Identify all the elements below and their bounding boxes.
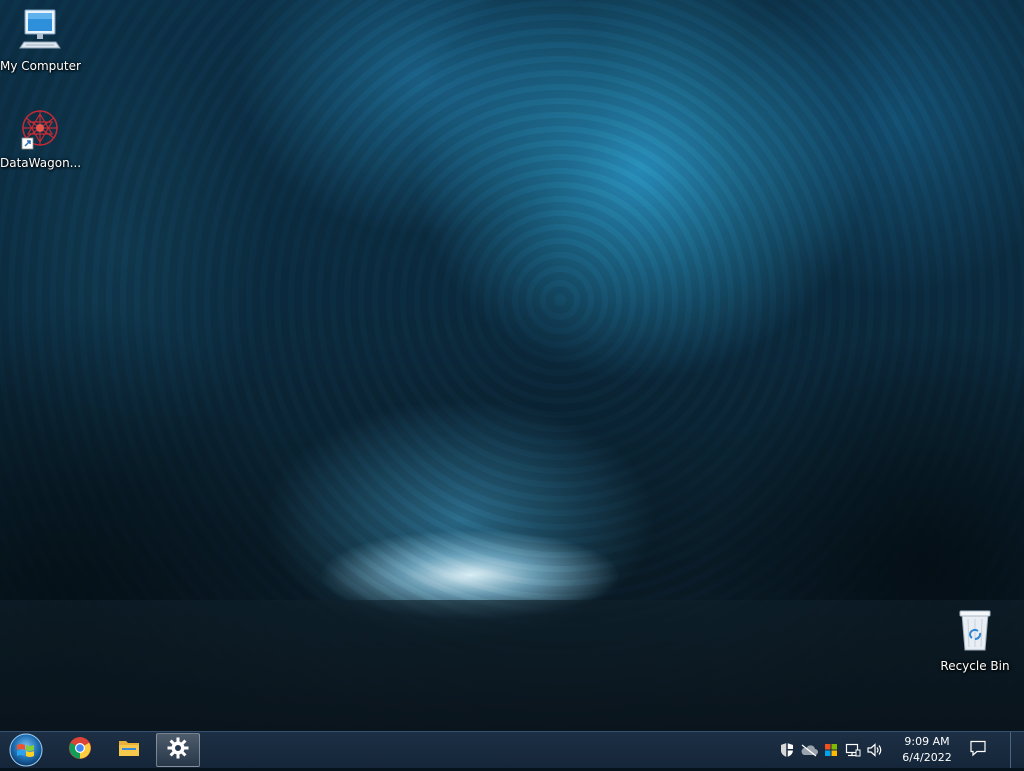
desktop-wallpaper[interactable]: My Computer DataWagon... Recycle Bin xyxy=(0,0,1024,731)
windows-start-orb-icon xyxy=(9,733,43,767)
desktop-icon-label: Recycle Bin xyxy=(940,659,1010,673)
start-button[interactable] xyxy=(5,733,47,767)
desktop-icon-datawagon[interactable]: DataWagon... xyxy=(0,108,82,170)
taskbar: 9:09 AM 6/4/2022 xyxy=(0,731,1024,768)
taskbar-settings-button[interactable] xyxy=(156,733,200,767)
taskbar-clock[interactable]: 9:09 AM 6/4/2022 xyxy=(896,734,958,766)
desktop-icon-recycle-bin[interactable]: Recycle Bin xyxy=(935,608,1015,673)
taskbar-chrome-button[interactable] xyxy=(58,733,102,767)
datawagon-shortcut-icon xyxy=(16,108,64,152)
security-shield-icon[interactable] xyxy=(778,741,796,759)
desktop-icon-my-computer[interactable]: My Computer xyxy=(0,8,81,73)
action-center-button[interactable] xyxy=(966,738,990,762)
chrome-icon xyxy=(68,736,92,764)
folder-icon xyxy=(117,737,141,763)
desktop-icon-label: DataWagon... xyxy=(0,156,82,170)
wallpaper-floor xyxy=(0,600,1024,731)
onedrive-cloud-icon[interactable] xyxy=(800,741,818,759)
computer-icon xyxy=(0,8,80,55)
recycle-bin-icon xyxy=(935,608,1015,655)
volume-icon[interactable] xyxy=(866,741,884,759)
gear-icon xyxy=(167,737,189,763)
taskbar-file-explorer-button[interactable] xyxy=(107,733,151,767)
network-icon[interactable] xyxy=(844,741,862,759)
system-tray xyxy=(776,732,886,768)
clock-date: 6/4/2022 xyxy=(902,751,952,764)
windows-flag-icon[interactable] xyxy=(822,741,840,759)
show-desktop-button[interactable] xyxy=(1010,732,1024,768)
action-center-icon xyxy=(969,739,987,761)
desktop-icon-label: My Computer xyxy=(0,59,81,73)
clock-time: 9:09 AM xyxy=(904,735,950,748)
